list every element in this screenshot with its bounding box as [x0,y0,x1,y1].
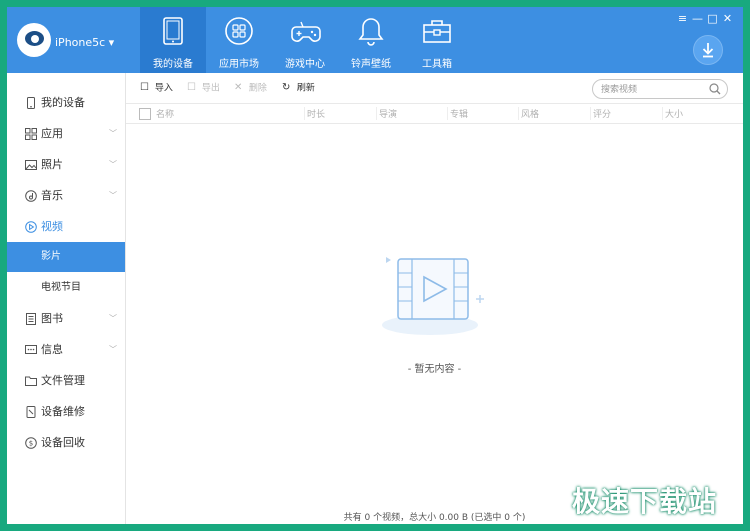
music-icon [25,190,37,202]
sidebar-subitem-tv-shows[interactable]: 电视节目 [7,273,125,303]
refresh-button[interactable]: ↻ 刷新 [282,73,315,103]
menu-icon[interactable]: ≡ [675,12,690,25]
close-icon[interactable]: ✕ [720,12,735,25]
empty-state-text: - 暂无内容 - [407,364,462,375]
message-icon [25,345,37,354]
sidebar-item-label: 设备回收 [41,436,85,449]
column-name[interactable]: 名称 [156,107,174,120]
video-icon [25,221,37,233]
folder-icon [25,376,37,386]
sidebar-item-messages[interactable]: 信息 ﹀ [7,335,125,365]
search-placeholder: 搜索视频 [601,85,638,95]
sidebar-item-label: 设备维修 [41,405,85,418]
export-icon: ☐ [187,82,196,93]
select-all-checkbox[interactable] [139,108,151,120]
import-label: 导入 [154,83,173,94]
export-button[interactable]: ☐ 导出 [187,73,220,103]
import-icon: ☐ [140,82,149,93]
tab-label: 铃声壁纸 [351,59,391,70]
sidebar-subitem-movies[interactable]: 影片 [7,242,125,272]
sidebar-subitem-label: 影片 [41,251,61,262]
sidebar-item-label: 我的设备 [41,96,85,109]
download-icon [702,43,714,58]
watermark: 极速下载站 [572,485,718,518]
sidebar-item-device-recycle[interactable]: $ 设备回收 [7,428,125,458]
import-button[interactable]: ☐ 导入 [140,73,173,103]
app-window: iPhone5c ▾ 我的设备 应用市场 游戏中心 铃声壁纸 工具箱 ≡ — □… [7,7,743,524]
sidebar-item-file-manager[interactable]: 文件管理 [7,366,125,396]
sidebar-item-label: 信息 [41,343,63,356]
sidebar-item-label: 照片 [41,158,63,171]
search-icon[interactable] [709,83,721,95]
column-rating[interactable]: 评分 [593,107,611,120]
chevron-down-icon: ﹀ [109,160,117,169]
tab-ringtones-wallpaper[interactable]: 铃声壁纸 [338,7,404,73]
tablet-icon [163,17,183,45]
sidebar-item-label: 图书 [41,312,63,325]
column-album[interactable]: 专辑 [450,107,468,120]
chevron-down-icon: ﹀ [109,191,117,200]
svg-text:$: $ [29,440,33,448]
maximize-icon[interactable]: □ [705,12,720,25]
download-manager-button[interactable] [693,35,723,65]
book-icon [26,313,36,325]
delete-button[interactable]: ✕ 删除 [234,73,267,103]
main-content: ☐ 导入 ☐ 导出 ✕ 删除 ↻ 刷新 搜索视频 名称 时长 导演 专辑 风格 … [126,73,743,524]
repair-icon [26,406,36,418]
tab-my-device[interactable]: 我的设备 [140,7,206,73]
sidebar-item-label: 视频 [41,220,63,233]
table-header: 名称 时长 导演 专辑 风格 评分 大小 [126,103,743,124]
gamepad-icon [291,21,321,42]
minimize-icon[interactable]: — [690,12,705,25]
refresh-label: 刷新 [296,83,315,94]
toolbox-icon [423,20,451,43]
search-input[interactable]: 搜索视频 [592,79,728,99]
column-duration[interactable]: 时长 [307,107,325,120]
chevron-down-icon: ﹀ [109,129,117,138]
empty-video-illustration [382,257,484,335]
sidebar-subitem-label: 电视节目 [41,282,81,293]
chevron-down-icon: ﹀ [109,314,117,323]
sidebar-item-label: 音乐 [41,189,63,202]
tab-game-center[interactable]: 游戏中心 [272,7,338,73]
column-size[interactable]: 大小 [665,107,683,120]
sidebar-item-my-device[interactable]: 我的设备 [7,88,125,118]
sidebar: 我的设备 应用 ﹀ 照片 ﹀ 音乐 ﹀ 视频 影片 电视节目 图书 ﹀ 信息 ﹀… [7,73,126,524]
sidebar-item-device-repair[interactable]: 设备维修 [7,397,125,427]
apps-grid-icon [25,128,37,140]
tab-app-market[interactable]: 应用市场 [206,7,272,73]
window-controls: ≡ — □ ✕ [675,12,735,25]
sidebar-item-books[interactable]: 图书 ﹀ [7,304,125,334]
sidebar-item-apps[interactable]: 应用 ﹀ [7,119,125,149]
tab-toolbox[interactable]: 工具箱 [404,7,470,73]
sidebar-item-video[interactable]: 视频 [7,212,125,242]
chevron-down-icon: ﹀ [109,345,117,354]
apps-icon [225,17,253,45]
tab-label: 游戏中心 [285,59,325,70]
refresh-icon: ↻ [282,82,291,93]
tab-label: 我的设备 [153,59,193,70]
device-name[interactable]: iPhone5c ▾ [55,36,114,49]
photo-icon [25,160,37,170]
column-director[interactable]: 导演 [379,107,397,120]
sidebar-item-label: 应用 [41,127,63,140]
tab-label: 应用市场 [219,59,259,70]
device-selector[interactable]: iPhone5c ▾ [7,7,140,73]
bell-icon [358,18,384,46]
recycle-icon: $ [25,437,37,449]
sidebar-item-music[interactable]: 音乐 ﹀ [7,181,125,211]
export-label: 导出 [201,83,220,94]
delete-icon: ✕ [234,82,243,93]
sidebar-item-label: 文件管理 [41,374,85,387]
phone-icon [27,97,35,109]
delete-label: 删除 [248,83,267,94]
tab-label: 工具箱 [422,59,452,70]
sidebar-item-photos[interactable]: 照片 ﹀ [7,150,125,180]
top-navigation-bar: iPhone5c ▾ 我的设备 应用市场 游戏中心 铃声壁纸 工具箱 ≡ — □… [7,7,743,73]
toolbar: ☐ 导入 ☐ 导出 ✕ 删除 ↻ 刷新 搜索视频 [126,73,743,103]
column-genre[interactable]: 风格 [521,107,539,120]
